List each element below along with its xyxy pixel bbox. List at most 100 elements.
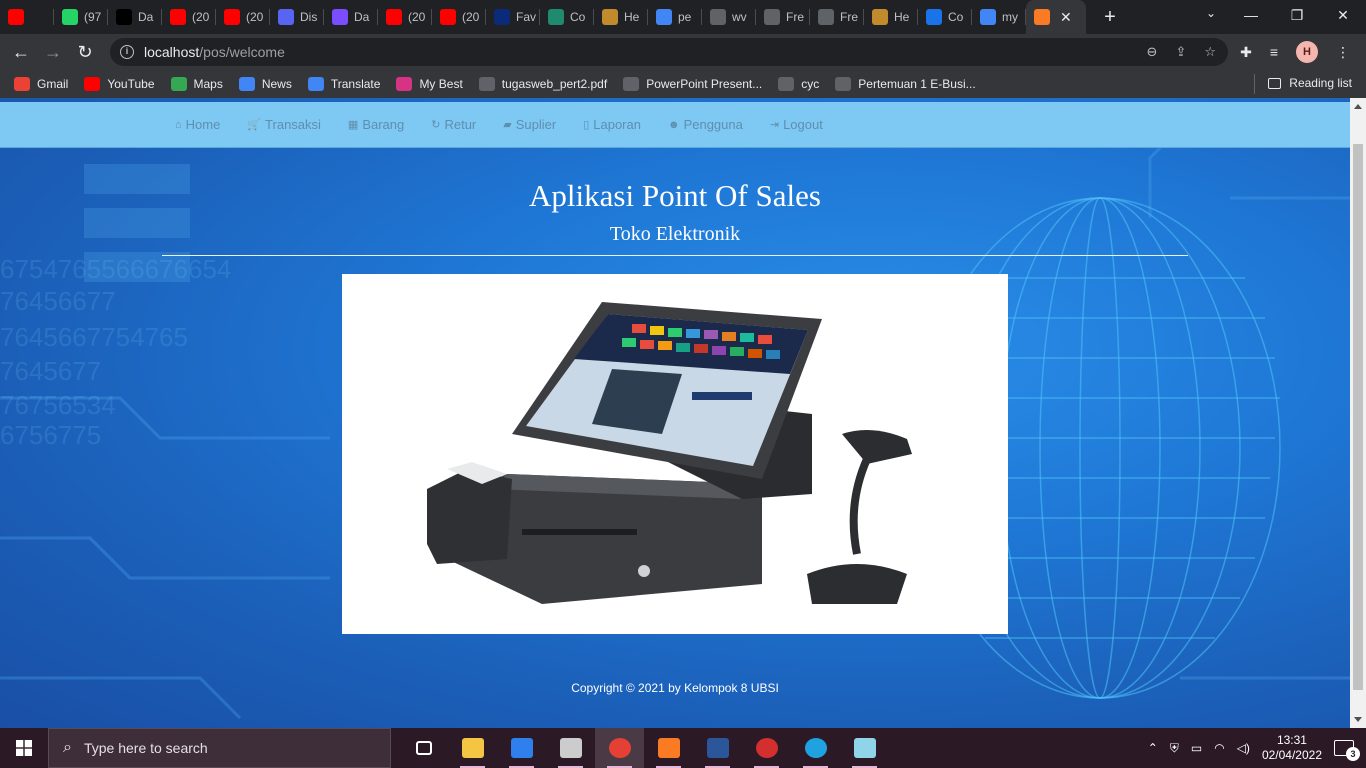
taskbar-app-record[interactable]	[742, 728, 791, 768]
browser-tab[interactable]: Fre	[756, 0, 810, 34]
start-button[interactable]	[0, 728, 48, 768]
nav-item-laporan[interactable]: ▯ Laporan	[583, 117, 641, 132]
zoom-icon[interactable]: ⊖	[1147, 44, 1158, 60]
bookmark-item[interactable]: News	[238, 77, 292, 91]
footer-copyright: Copyright © 2021 by Kelompok 8 UBSI	[571, 681, 779, 695]
taskbar-app-xampp[interactable]	[644, 728, 693, 768]
maps-icon	[170, 77, 187, 91]
share-icon[interactable]: ⇪	[1175, 44, 1186, 60]
back-icon[interactable]: ←	[5, 42, 37, 63]
bookmark-item[interactable]: Translate	[307, 77, 380, 91]
tab-title: Fre	[786, 10, 804, 24]
google-icon	[656, 9, 672, 25]
reload-icon[interactable]: ↻	[69, 42, 101, 63]
browser-tab[interactable]: Co	[540, 0, 594, 34]
nav-item-barang[interactable]: ▦ Barang	[348, 117, 404, 132]
browser-tab[interactable]	[0, 0, 54, 34]
tab-title: Co	[570, 10, 586, 24]
notes-icon	[853, 738, 876, 758]
nav-label: Retur	[444, 117, 477, 132]
clock[interactable]: 13:31 02/04/2022	[1262, 733, 1322, 763]
browser-tab[interactable]: Co	[918, 0, 972, 34]
bookmark-label: Pertemuan 1 E-Busi...	[858, 77, 976, 91]
taskbar-app-edge[interactable]	[791, 728, 840, 768]
nav-item-retur[interactable]: ↻ Retur	[431, 117, 476, 132]
close-tab-icon[interactable]: ✕	[1060, 9, 1072, 26]
browser-tab[interactable]: (97	[54, 0, 108, 34]
notification-center[interactable]: 3	[1334, 740, 1360, 761]
bookmark-item[interactable]: Pertemuan 1 E-Busi...	[835, 77, 976, 91]
nav-item-home[interactable]: ⌂ Home	[175, 117, 220, 132]
tab-title: (20	[408, 10, 426, 24]
taskbar-app-file-explorer[interactable]	[448, 728, 497, 768]
browser-tab[interactable]: (20	[432, 0, 486, 34]
active-browser-tab[interactable]: ✕	[1026, 0, 1086, 34]
browser-tab[interactable]: Da	[324, 0, 378, 34]
wifi-icon[interactable]: ◠	[1214, 741, 1224, 755]
image-icon	[872, 9, 888, 25]
battery-icon[interactable]: ▭	[1191, 741, 1202, 755]
taskbar-app-vscode[interactable]	[497, 728, 546, 768]
url-path: /pos/welcome	[199, 44, 285, 60]
taskbar-app-task-view[interactable]	[399, 728, 448, 768]
bookmark-star-icon[interactable]: ☆	[1204, 44, 1216, 60]
extensions-icon[interactable]: ✚	[1240, 44, 1252, 61]
taskbar-app-word[interactable]	[693, 728, 742, 768]
browser-tab[interactable]: Fre	[810, 0, 864, 34]
bookmark-item[interactable]: PowerPoint Present...	[623, 77, 762, 91]
youtube-icon	[440, 9, 456, 25]
nav-item-pengguna[interactable]: ☻ Pengguna	[668, 117, 743, 132]
taskbar-app-chrome[interactable]	[595, 728, 644, 768]
browser-tab[interactable]: Da	[108, 0, 162, 34]
browser-tab[interactable]: (20	[216, 0, 270, 34]
scrollbar-thumb[interactable]	[1353, 144, 1363, 690]
restore-icon[interactable]: ❐	[1274, 0, 1320, 30]
bookmark-item[interactable]: My Best	[396, 77, 463, 91]
divider	[162, 255, 1188, 256]
browser-tab[interactable]: pe	[648, 0, 702, 34]
browser-tab[interactable]: my	[972, 0, 1026, 34]
page-subtitle: Toko Elektronik	[609, 223, 741, 245]
browser-tab[interactable]: (20	[378, 0, 432, 34]
nav-label: Barang	[362, 117, 405, 132]
profile-avatar[interactable]: H	[1296, 41, 1318, 63]
browser-tab[interactable]: Fav	[486, 0, 540, 34]
forward-icon[interactable]: →	[37, 42, 69, 63]
taskbar-app-notes[interactable]	[840, 728, 889, 768]
scroll-up-icon[interactable]	[1354, 104, 1362, 109]
browser-tab[interactable]: Dis	[270, 0, 324, 34]
minimize-icon[interactable]: —	[1228, 0, 1274, 30]
browser-tab[interactable]: wv	[702, 0, 756, 34]
site-info-icon[interactable]: i	[120, 45, 134, 59]
close-window-icon[interactable]: ✕	[1320, 0, 1366, 30]
security-icon[interactable]: ⛨	[1170, 741, 1179, 756]
bookmark-item[interactable]: cyc	[778, 77, 819, 91]
new-tab-icon[interactable]: +	[1098, 6, 1122, 29]
bookmark-item[interactable]: tugasweb_pert2.pdf	[478, 77, 608, 91]
chevron-up-icon[interactable]: ⌃	[1148, 741, 1158, 755]
scroll-down-icon[interactable]	[1354, 717, 1362, 722]
address-bar[interactable]: i localhost/pos/welcome ⊖ ⇪ ☆	[110, 38, 1228, 66]
nav-item-transaksi[interactable]: 🛒 Transaksi	[247, 117, 321, 132]
media-control-icon[interactable]: ≡	[1270, 44, 1278, 60]
tab-search-icon[interactable]: ⌄	[1206, 6, 1216, 20]
browser-tab[interactable]: He	[864, 0, 918, 34]
nav-item-logout[interactable]: ⇥ Logout	[770, 117, 823, 132]
nav-item-suplier[interactable]: ▰ Suplier	[503, 117, 556, 132]
bookmark-item[interactable]: YouTube	[84, 77, 155, 91]
taskbar-search[interactable]: ⌕ Type here to search	[48, 728, 391, 768]
browser-tab[interactable]: (20	[162, 0, 216, 34]
taskbar-app-terminal[interactable]	[546, 728, 595, 768]
users-icon: ☻	[667, 118, 680, 131]
search-icon: ⌕	[63, 739, 72, 756]
file-explorer-icon	[461, 738, 484, 758]
bookmark-item[interactable]: Maps	[170, 77, 223, 91]
chrome-menu-icon[interactable]: ⋮	[1336, 44, 1350, 61]
bookmark-label: tugasweb_pert2.pdf	[501, 77, 608, 91]
browser-tab[interactable]: He	[594, 0, 648, 34]
reading-list-button[interactable]: Reading list	[1254, 74, 1352, 94]
tab-title: (97	[84, 10, 102, 24]
bookmark-item[interactable]: Gmail	[14, 77, 68, 91]
volume-icon[interactable]: ◁)	[1237, 741, 1250, 755]
page-scrollbar[interactable]	[1350, 98, 1366, 728]
